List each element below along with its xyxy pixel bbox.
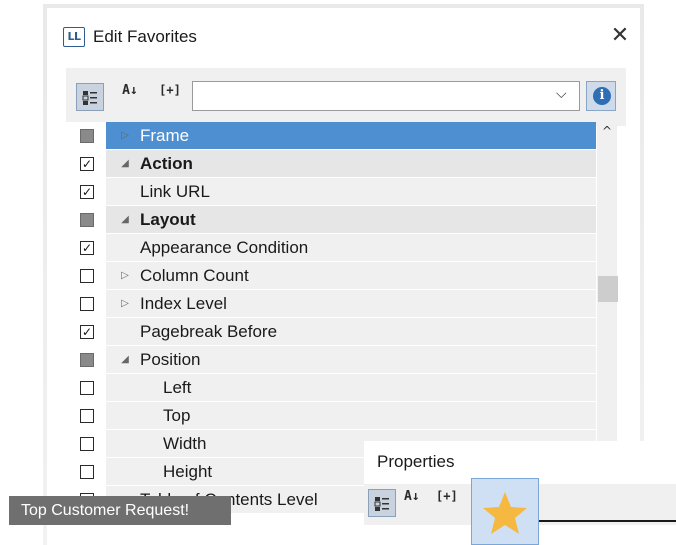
property-cell: Appearance Condition (106, 234, 596, 262)
property-label: Appearance Condition (140, 238, 309, 257)
info-icon[interactable]: i (593, 87, 611, 105)
checkbox-cell (66, 458, 106, 486)
property-cell: ◢ Position (106, 346, 596, 374)
property-label: Position (140, 350, 201, 369)
property-cell: ▷ Column Count (106, 262, 596, 290)
tree-row[interactable]: ✓ Link URL (66, 178, 596, 206)
property-label: Width (163, 434, 207, 453)
checkbox-cell (66, 374, 106, 402)
star-icon[interactable] (471, 478, 539, 545)
tree-row[interactable]: ▷ Frame (66, 122, 596, 150)
tree-row[interactable]: ▷ Column Count (66, 262, 596, 290)
expand-all-button[interactable]: [+] (152, 83, 188, 111)
close-icon: ✕ (610, 23, 630, 48)
chevron-down-icon[interactable]: ⌵ (556, 86, 567, 102)
checkbox-cell: ✓ (66, 178, 106, 206)
favorite-checkbox[interactable] (80, 409, 94, 423)
properties-categorized-button[interactable] (368, 489, 396, 517)
property-cell: ◢ Action (106, 150, 596, 178)
properties-expand-button[interactable]: [+] (436, 489, 458, 517)
dialog-title: Edit Favorites (93, 27, 197, 46)
close-button[interactable]: ✕ (604, 20, 636, 52)
checkbox-cell (66, 402, 106, 430)
property-cell: ◢ Layout (106, 206, 596, 234)
favorite-checkbox[interactable] (80, 437, 94, 451)
expand-all-icon: [+] (159, 83, 181, 97)
expanded-arrow-icon[interactable]: ◢ (118, 150, 132, 177)
scrollbar-thumb[interactable] (598, 276, 618, 302)
property-label: Action (140, 154, 193, 173)
checkbox-cell (66, 262, 106, 290)
favorite-checkbox[interactable] (80, 353, 94, 367)
property-label: Pagebreak Before (140, 322, 278, 341)
favorite-checkbox[interactable]: ✓ (80, 325, 94, 339)
sort-alphabetical-button[interactable]: A↓ (116, 83, 144, 111)
property-label: Frame (140, 126, 190, 145)
favorite-checkbox[interactable]: ✓ (80, 185, 94, 199)
checkbox-cell (66, 206, 106, 234)
tree-row[interactable]: ◢ Position (66, 346, 596, 374)
expanded-arrow-icon[interactable]: ◢ (118, 346, 132, 373)
categorized-view-icon (82, 90, 97, 105)
favorite-checkbox[interactable]: ✓ (80, 157, 94, 171)
expanded-arrow-icon[interactable]: ◢ (118, 206, 132, 233)
property-cell: Top (106, 402, 596, 430)
categorized-view-icon (374, 496, 389, 511)
tree-row[interactable]: ✓ Appearance Condition (66, 234, 596, 262)
property-label: Column Count (140, 266, 249, 285)
divider (539, 520, 676, 522)
property-cell: Left (106, 374, 596, 402)
categorized-view-button[interactable] (76, 83, 104, 111)
collapsed-arrow-icon[interactable]: ▷ (118, 122, 132, 149)
sort-az-icon: A↓ (404, 489, 420, 504)
properties-title: Properties (377, 452, 455, 471)
favorite-checkbox[interactable] (80, 297, 94, 311)
property-cell: ▷ Index Level (106, 290, 596, 318)
tree-row[interactable]: ▷ Index Level (66, 290, 596, 318)
search-combo-input[interactable] (192, 81, 580, 111)
tree-row[interactable]: ✓ ◢ Action (66, 150, 596, 178)
favorite-checkbox[interactable] (80, 381, 94, 395)
property-label: Link URL (140, 182, 210, 201)
collapsed-arrow-icon[interactable]: ▷ (118, 290, 132, 317)
checkbox-cell (66, 346, 106, 374)
tree-row[interactable]: ◢ Layout (66, 206, 596, 234)
property-cell: Pagebreak Before (106, 318, 596, 346)
checkbox-cell: ✓ (66, 150, 106, 178)
favorite-checkbox[interactable] (80, 129, 94, 143)
property-label: Top (163, 406, 191, 425)
sort-az-icon: A↓ (122, 83, 138, 98)
favorite-checkbox[interactable] (80, 465, 94, 479)
property-label: Index Level (140, 294, 227, 313)
expand-all-icon: [+] (436, 489, 458, 503)
tree-row[interactable]: Left (66, 374, 596, 402)
collapsed-arrow-icon[interactable]: ▷ (118, 262, 132, 289)
app-logo-icon: LL (63, 27, 85, 47)
property-cell: ▷ Frame (106, 122, 596, 150)
checkbox-cell (66, 430, 106, 458)
checkbox-cell: ✓ (66, 234, 106, 262)
favorite-checkbox[interactable] (80, 269, 94, 283)
tree-row[interactable]: ✓ Pagebreak Before (66, 318, 596, 346)
checkbox-cell (66, 290, 106, 318)
property-cell: Link URL (106, 178, 596, 206)
checkbox-cell: ✓ (66, 318, 106, 346)
scroll-up-icon[interactable]: ^ (597, 124, 617, 142)
property-label: Left (163, 378, 192, 397)
property-label: Layout (140, 210, 196, 229)
tree-row[interactable]: Top (66, 402, 596, 430)
checkbox-cell (66, 122, 106, 150)
property-label: Height (163, 462, 213, 481)
favorite-checkbox[interactable]: ✓ (80, 241, 94, 255)
customer-request-badge: Top Customer Request! (9, 496, 231, 525)
favorite-checkbox[interactable] (80, 213, 94, 227)
properties-sort-button[interactable]: A↓ (404, 489, 420, 517)
